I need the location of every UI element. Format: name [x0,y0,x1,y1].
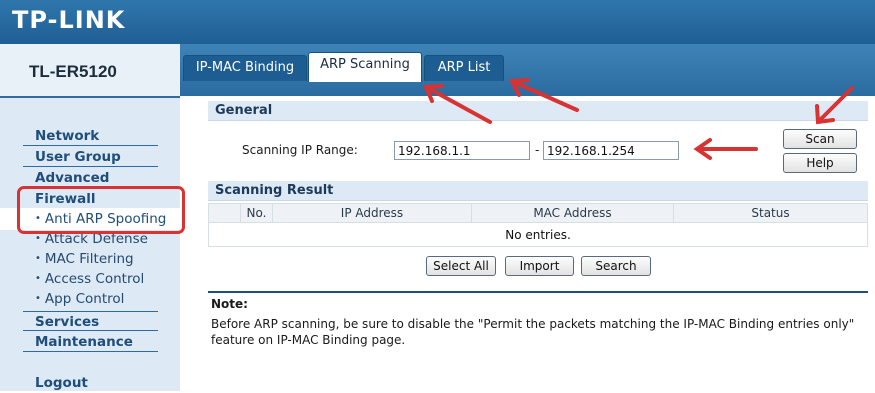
annotation-arrows [423,78,854,160]
arrow-to-arp-scanning-icon [423,84,492,124]
arrow-to-ip-range-icon [693,138,758,160]
arrow-to-arp-list-icon [508,78,579,112]
arrow-to-scan-button-icon [815,86,854,125]
